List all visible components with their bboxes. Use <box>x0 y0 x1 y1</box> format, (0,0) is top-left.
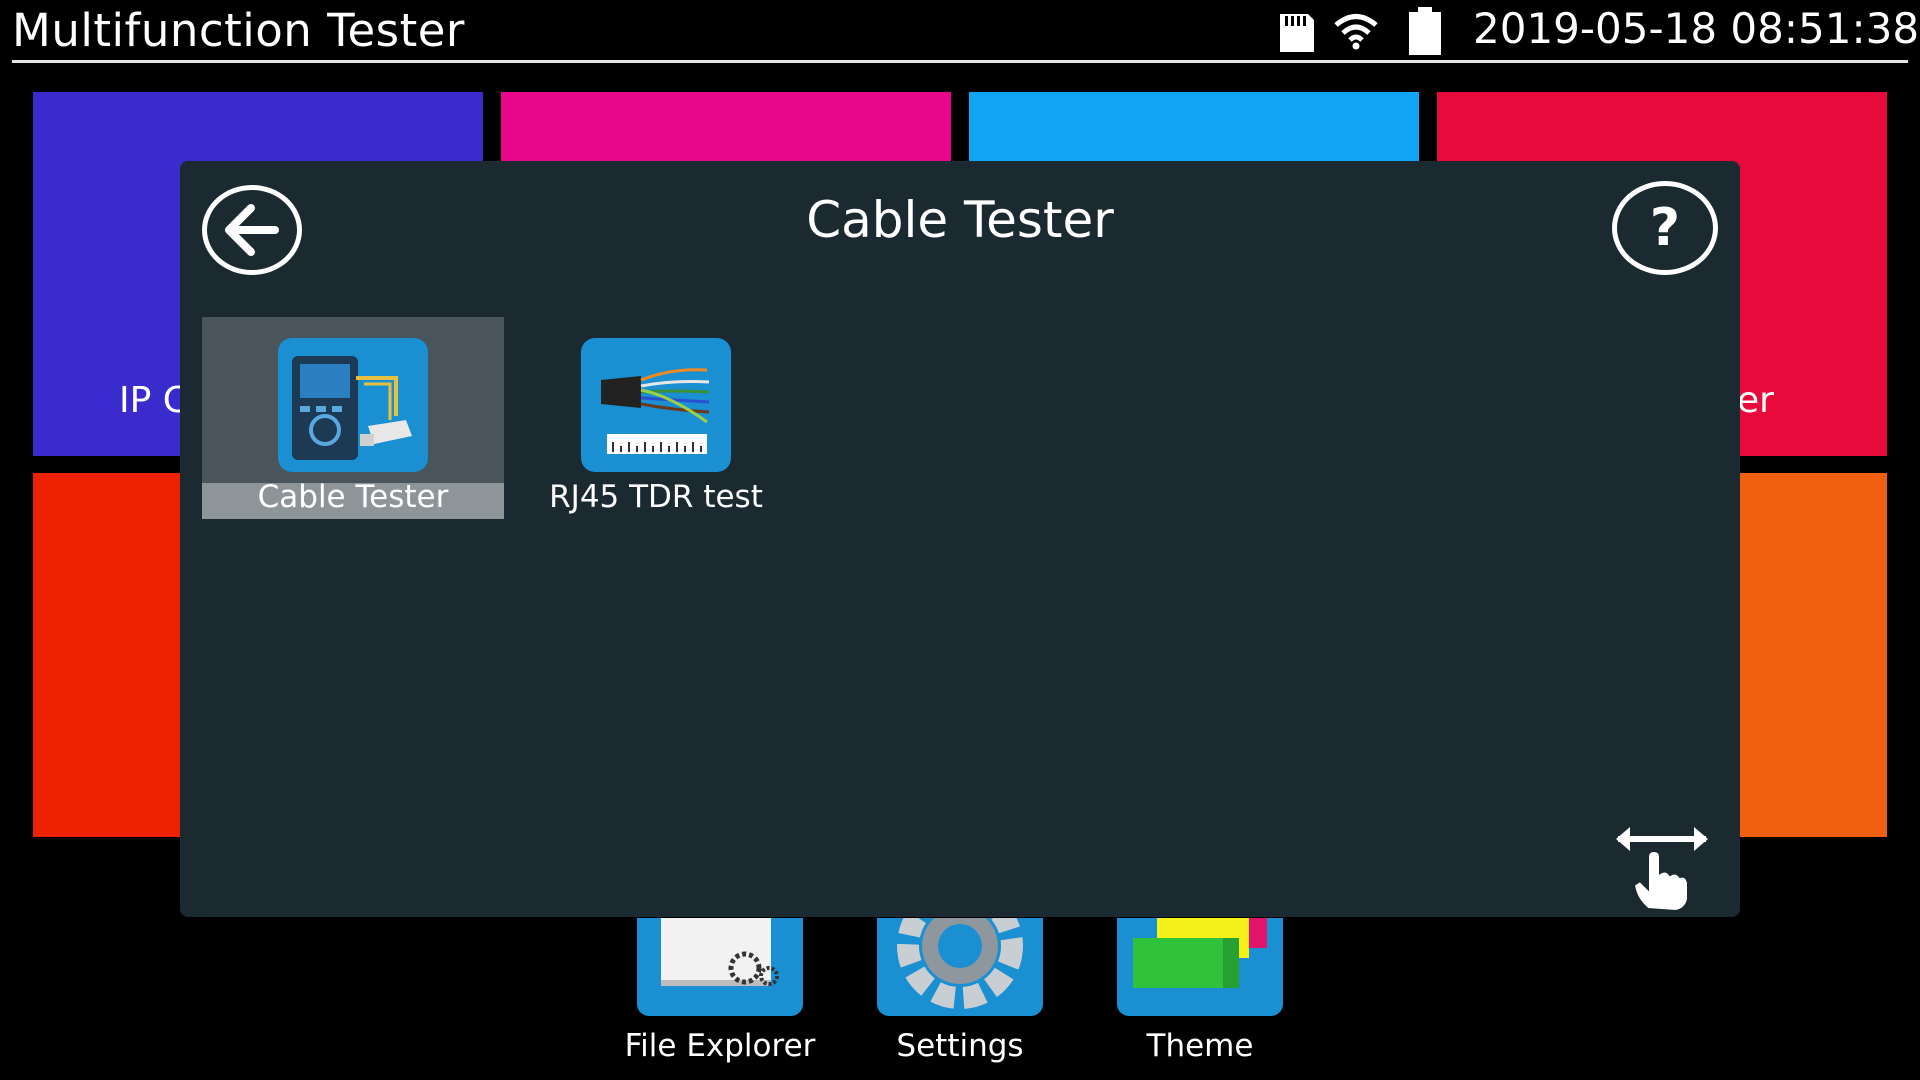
app-item-cable-tester[interactable]: Cable Tester <box>202 317 504 519</box>
status-divider <box>12 60 1908 63</box>
dock-label: Settings <box>896 1028 1024 1064</box>
dialog-title: Cable Tester <box>806 191 1114 249</box>
wifi-icon <box>1334 14 1378 50</box>
tile-label: er <box>1737 380 1774 421</box>
cable-tester-icon <box>278 338 428 472</box>
status-bar: Multifunction Tester 2019-05-18 08:51:38 <box>0 0 1920 64</box>
tile-label: IP C <box>119 380 188 421</box>
rj45-tdr-icon <box>581 338 731 472</box>
settings-gear-icon <box>877 918 1043 1016</box>
swipe-hint-icon <box>1616 827 1708 913</box>
app-title: Multifunction Tester <box>12 4 465 57</box>
app-label: Cable Tester <box>257 479 449 515</box>
dock-label: Theme <box>1146 1028 1254 1064</box>
battery-icon <box>1409 7 1441 55</box>
app-item-rj45-tdr-test[interactable]: RJ45 TDR test <box>505 317 807 519</box>
dock-label: File Explorer <box>624 1028 816 1064</box>
file-explorer-icon <box>637 918 803 1016</box>
sd-card-icon <box>1280 14 1314 52</box>
theme-icon <box>1117 918 1283 1016</box>
help-button[interactable]: ? <box>1612 181 1718 275</box>
clock: 2019-05-18 08:51:38 <box>1473 4 1920 53</box>
help-icon: ? <box>1649 198 1681 258</box>
app-label: RJ45 TDR test <box>549 479 763 515</box>
cable-tester-dialog: Cable Tester ? Cable Tester RJ45 TDR tes… <box>180 161 1740 917</box>
